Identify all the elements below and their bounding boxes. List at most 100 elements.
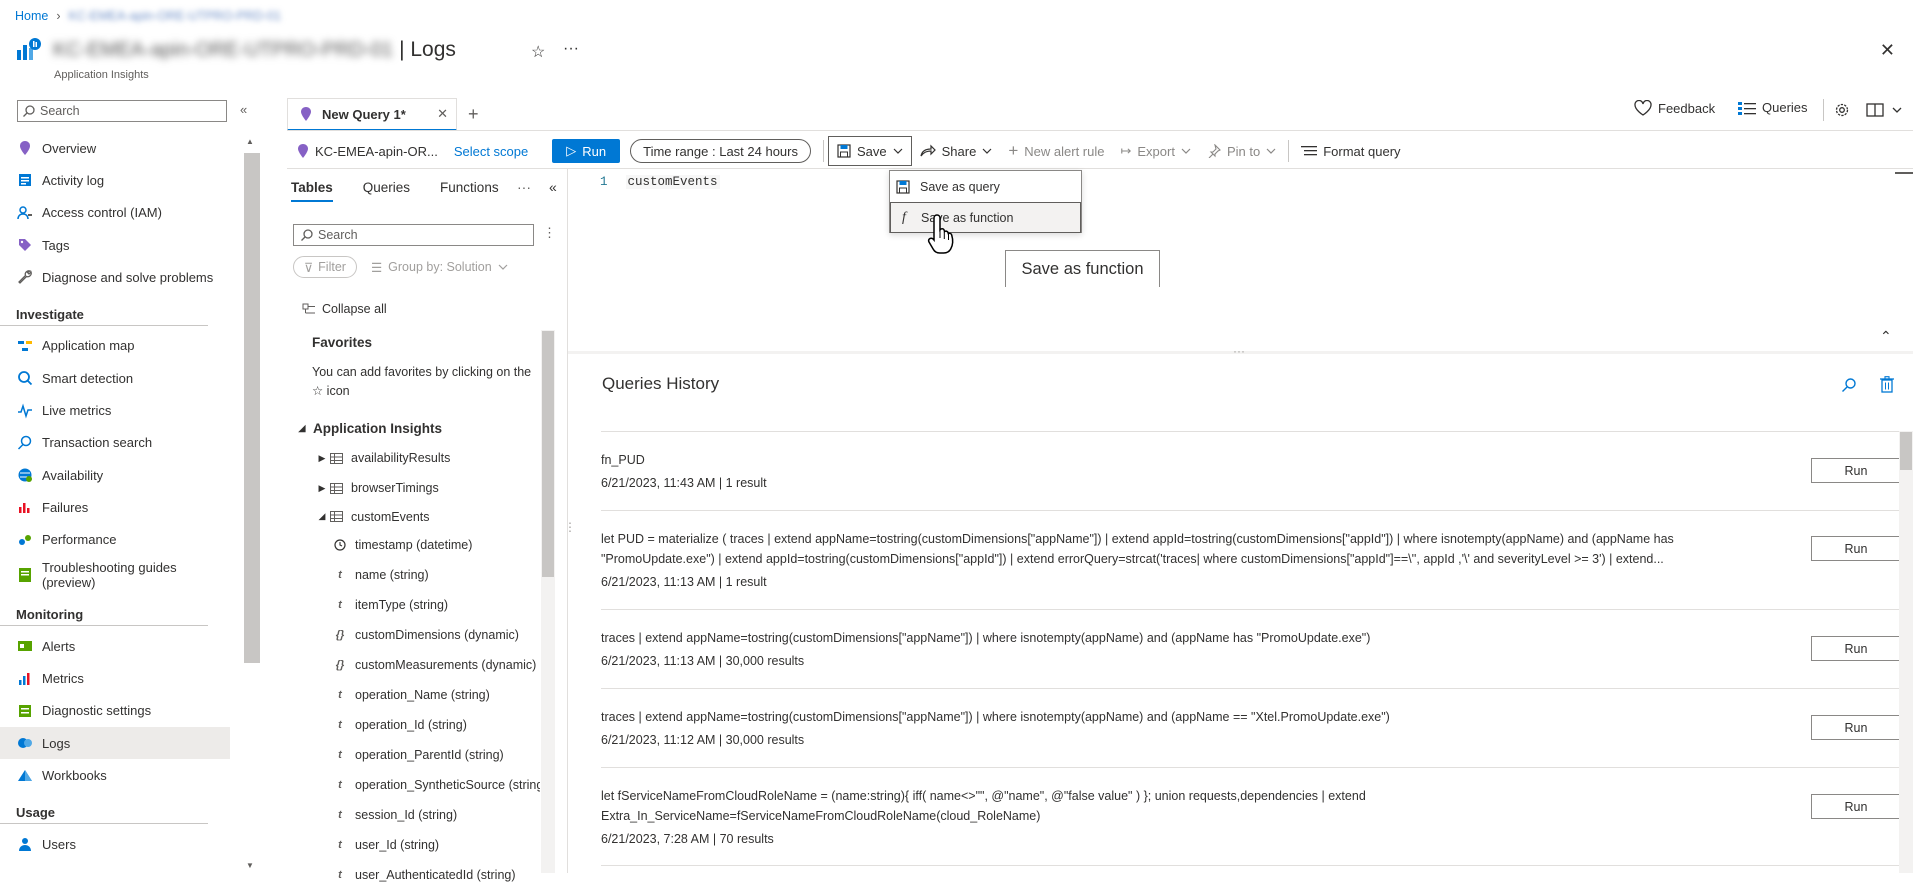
settings-gear-icon[interactable] xyxy=(1834,102,1850,118)
nav-item-tags[interactable]: Tags xyxy=(0,229,230,261)
tree-column[interactable]: t operation_SyntheticSource (string) xyxy=(295,770,540,800)
queries-button[interactable]: Queries xyxy=(1738,100,1808,115)
feedback-button[interactable]: Feedback xyxy=(1634,100,1715,116)
schema-collapse-icon[interactable]: « xyxy=(549,179,557,195)
history-row[interactable]: traces | extend appName=tostring(customD… xyxy=(601,609,1901,688)
history-row[interactable]: traces | extend appName=tostring(customD… xyxy=(601,688,1901,767)
tab-tables[interactable]: Tables xyxy=(291,180,333,202)
tree-column[interactable]: t name (string) xyxy=(295,560,540,590)
nav-item-workbooks[interactable]: Workbooks xyxy=(0,759,230,791)
tree-column[interactable]: t user_Id (string) xyxy=(295,830,540,860)
scroll-up-icon[interactable]: ▲ xyxy=(246,137,254,146)
breadcrumb-home[interactable]: Home xyxy=(15,9,48,23)
favorite-star-icon[interactable]: ☆ xyxy=(531,42,545,62)
nav-item-diagnose[interactable]: Diagnose and solve problems xyxy=(0,261,230,293)
tree-root-app-insights[interactable]: ◢ Application Insights xyxy=(295,413,540,443)
save-as-function-item[interactable]: f Save as function xyxy=(890,202,1081,233)
tree-table-customEvents[interactable]: ◢ customEvents xyxy=(295,503,540,530)
chevron-down-icon[interactable] xyxy=(1891,105,1903,115)
history-run-button[interactable]: Run xyxy=(1811,636,1901,661)
tree-column[interactable]: t operation_ParentId (string) xyxy=(295,740,540,770)
tree-column[interactable]: timestamp (datetime) xyxy=(295,530,540,560)
close-icon[interactable]: ✕ xyxy=(1880,40,1895,61)
close-tab-icon[interactable]: ✕ xyxy=(437,106,448,122)
history-query-text: let fServiceNameFromCloudRoleName = (nam… xyxy=(601,789,1366,823)
nav-item-availability[interactable]: Availability xyxy=(0,459,230,491)
collapse-all-button[interactable]: Collapse all xyxy=(302,302,387,316)
nav-item-overview[interactable]: Overview xyxy=(0,132,230,164)
nav-collapse-icon[interactable]: « xyxy=(240,102,247,117)
nav-scroll-thumb[interactable] xyxy=(244,153,260,663)
nav-search-input[interactable]: Search xyxy=(17,100,227,122)
history-run-button[interactable]: Run xyxy=(1811,536,1901,561)
schema-search-input[interactable]: Search xyxy=(293,224,534,246)
history-scroll-thumb[interactable] xyxy=(1900,432,1912,470)
tree-column[interactable]: t session_Id (string) xyxy=(295,800,540,830)
nav-item-logs[interactable]: Logs xyxy=(0,727,230,760)
splitter-grip-icon[interactable]: ··· xyxy=(1233,344,1245,358)
pin-to-button[interactable]: Pin to xyxy=(1199,136,1284,166)
book-view-icon[interactable] xyxy=(1866,102,1884,118)
time-range-button[interactable]: Time range : Last 24 hours xyxy=(630,139,811,163)
pane-resize-grip-icon[interactable]: ⋮ xyxy=(564,520,576,534)
run-button[interactable]: ▷ Run xyxy=(552,139,621,163)
nav-item-troubleshooting[interactable]: Troubleshooting guides (preview) xyxy=(0,556,230,594)
new-alert-rule-button[interactable]: + New alert rule xyxy=(1000,136,1112,166)
nav-item-label: Metrics xyxy=(42,671,84,687)
save-button[interactable]: Save xyxy=(828,136,912,166)
trash-icon[interactable] xyxy=(1880,376,1894,393)
search-icon[interactable] xyxy=(1841,377,1857,393)
group-by-icon: ☰ xyxy=(370,260,383,275)
tree-column[interactable]: {} customDimensions (dynamic) xyxy=(295,620,540,650)
nav-item-users[interactable]: Users xyxy=(0,828,230,860)
breadcrumb-resource[interactable]: KC-EMEA-apin-ORE-UTPRO-PRD-01 xyxy=(69,9,282,23)
nav-item-transaction-search[interactable]: Transaction search xyxy=(0,427,230,459)
share-button[interactable]: Share xyxy=(912,136,1001,166)
tree-column[interactable]: {} customMeasurements (dynamic) xyxy=(295,650,540,680)
add-tab-icon[interactable]: + xyxy=(468,104,479,125)
tab-functions[interactable]: Functions xyxy=(440,180,499,202)
caret-down-icon: ◢ xyxy=(318,511,326,521)
nav-item-smart-detection[interactable]: Smart detection xyxy=(0,362,230,394)
history-row[interactable]: fn_PUD 6/21/2023, 11:43 AM | 1 result Ru… xyxy=(601,431,1901,510)
save-as-query-item[interactable]: Save as query xyxy=(890,171,1081,202)
tree-table-browserTimings[interactable]: ▶ browserTimings xyxy=(295,473,540,503)
history-run-button[interactable]: Run xyxy=(1811,715,1901,740)
tab-new-query[interactable]: New Query 1* ✕ xyxy=(287,98,457,131)
nav-item-application-map[interactable]: Application map xyxy=(0,330,230,362)
collapse-editor-icon[interactable]: ⌃ xyxy=(1880,328,1892,345)
nav-item-iam[interactable]: Access control (IAM) xyxy=(0,197,230,229)
tree-column[interactable]: t operation_Id (string) xyxy=(295,710,540,740)
nav-item-failures[interactable]: Failures xyxy=(0,491,230,523)
nav-item-diagnostic-settings[interactable]: Diagnostic settings xyxy=(0,695,230,727)
history-run-button[interactable]: Run xyxy=(1811,458,1901,483)
query-editor[interactable]: 1 customEvents xyxy=(600,175,720,189)
tree-column[interactable]: t user_AuthenticatedId (string) xyxy=(295,860,540,890)
more-options-icon[interactable]: ··· xyxy=(563,40,579,58)
history-scrollbar[interactable] xyxy=(1899,431,1913,873)
tab-queries[interactable]: Queries xyxy=(363,180,410,202)
schema-more-icon[interactable]: ··· xyxy=(517,179,531,195)
schema-scroll-thumb[interactable] xyxy=(542,331,554,577)
query-code[interactable]: customEvents xyxy=(625,175,720,189)
select-scope-link[interactable]: Select scope xyxy=(446,136,536,166)
format-query-button[interactable]: Format query xyxy=(1293,136,1408,166)
nav-item-performance[interactable]: Performance xyxy=(0,524,230,556)
export-button[interactable]: ↦ Export xyxy=(1112,136,1198,166)
group-by-dropdown[interactable]: ☰ Group by: Solution xyxy=(371,260,508,275)
tree-table-availabilityResults[interactable]: ▶ availabilityResults xyxy=(295,443,540,473)
nav-item-activity-log[interactable]: Activity log xyxy=(0,164,230,196)
clock-icon xyxy=(333,539,347,551)
history-run-button[interactable]: Run xyxy=(1811,794,1901,819)
filter-button[interactable]: ⊽ Filter xyxy=(293,256,357,278)
scroll-down-icon[interactable]: ▼ xyxy=(246,861,254,870)
nav-item-metrics[interactable]: Metrics xyxy=(0,662,230,694)
nav-item-live-metrics[interactable]: Live metrics xyxy=(0,394,230,426)
schema-options-icon[interactable]: ⋮ xyxy=(543,225,556,241)
history-row[interactable]: let fServiceNameFromCloudRoleName = (nam… xyxy=(601,767,1901,866)
nav-item-alerts[interactable]: Alerts xyxy=(0,630,230,662)
history-row[interactable]: let PUD = materialize ( traces | extend … xyxy=(601,510,1901,609)
nav-scrollbar[interactable]: ▲ ▼ xyxy=(242,133,262,873)
tree-column[interactable]: t operation_Name (string) xyxy=(295,680,540,710)
tree-column[interactable]: t itemType (string) xyxy=(295,590,540,620)
